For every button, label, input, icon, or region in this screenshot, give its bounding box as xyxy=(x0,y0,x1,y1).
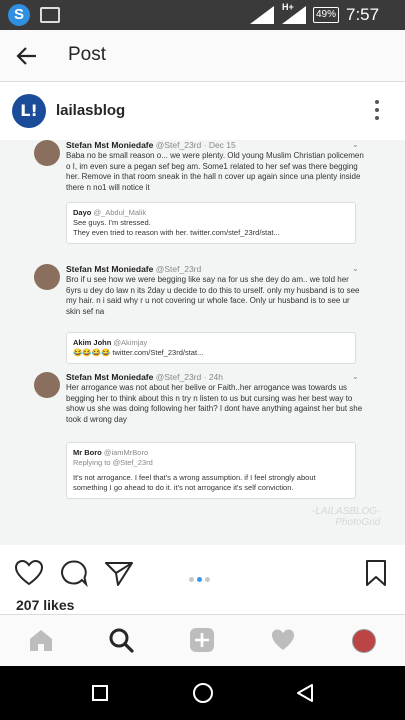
tweet-header: Stefan Mst Moniedafe @Stef_23rd · 24h xyxy=(66,372,223,382)
quote-text: It's not arrogance. I feel that's a wron… xyxy=(73,473,316,492)
post-actions xyxy=(0,545,405,601)
wifi-signal-icon xyxy=(250,6,274,24)
bookmark-icon[interactable] xyxy=(364,559,388,587)
tweet-header: Stefan Mst Moniedafe @Stef_23rd xyxy=(66,264,201,274)
top-bar: Post xyxy=(0,30,405,82)
recents-icon[interactable] xyxy=(92,685,108,701)
tweet-text: Her arrogance was not about her belive o… xyxy=(66,383,363,424)
quote-text: See guys. I'm stressed. xyxy=(73,218,151,227)
home-circle-icon[interactable] xyxy=(193,683,213,703)
tweet-avatar xyxy=(34,372,60,398)
image-notification-icon xyxy=(40,7,60,23)
app-notification-icon: S xyxy=(8,4,30,26)
arrow-left-icon[interactable] xyxy=(14,43,40,69)
more-vertical-icon[interactable] xyxy=(372,100,382,124)
tweet-handle: @Stef_23rd xyxy=(155,140,202,150)
heart-icon[interactable] xyxy=(14,559,44,587)
watermark: -LAILASBLOG- PhotoGrid xyxy=(312,506,380,528)
system-navigation-bar xyxy=(0,666,405,720)
tweet-time: · Dec 15 xyxy=(203,140,236,150)
chevron-down-icon: ⌄ xyxy=(352,264,359,273)
post-author-row: L! lailasblog xyxy=(0,82,405,140)
comment-bubble-icon[interactable] xyxy=(60,559,88,587)
tweet-header: Stefan Mst Moniedafe @Stef_23rd · Dec 15 xyxy=(66,140,236,150)
profile-avatar[interactable] xyxy=(352,629,376,653)
search-icon[interactable] xyxy=(108,627,134,653)
quote-author: Dayo xyxy=(73,208,92,217)
quoted-tweet: Dayo @_Abdul_Malik See guys. I'm stresse… xyxy=(66,202,356,244)
quote-handle: @Akimjay xyxy=(113,338,148,347)
status-bar: S H+ 49% 7:57 pm xyxy=(0,0,405,44)
quote-author: Mr Boro xyxy=(73,448,102,457)
cell-signal-icon xyxy=(282,6,306,24)
tweet-text: Bro if u see how we were begging like sa… xyxy=(66,275,360,316)
tweet-handle: @Stef_23rd xyxy=(155,264,202,274)
quote-author: Akim John xyxy=(73,338,112,347)
carousel-dot xyxy=(205,577,210,582)
chevron-down-icon: ⌄ xyxy=(352,140,359,149)
watermark-line: -LAILASBLOG- xyxy=(312,506,381,517)
tweet-time: · 24h xyxy=(203,372,223,382)
username-link[interactable]: lailasblog xyxy=(56,102,125,119)
add-post-icon[interactable] xyxy=(189,627,215,653)
send-icon[interactable] xyxy=(104,559,134,587)
likes-count[interactable]: 207 likes xyxy=(16,597,74,613)
carousel-indicator xyxy=(189,569,213,587)
activity-heart-icon[interactable] xyxy=(270,627,296,653)
quote-handle: @iamMrBoro xyxy=(103,448,149,457)
post-image[interactable]: Stefan Mst Moniedafe @Stef_23rd · Dec 15… xyxy=(0,140,405,545)
quote-text: They even tried to reason with her. twit… xyxy=(73,228,280,237)
quote-reply-context: Replying to @Stef_23rd xyxy=(73,458,153,467)
page-title: Post xyxy=(68,44,107,65)
quoted-tweet: Mr Boro @iamMrBoro Replying to @Stef_23r… xyxy=(66,442,356,499)
tweet-author: Stefan Mst Moniedafe xyxy=(66,140,154,150)
home-icon[interactable] xyxy=(28,627,54,653)
avatar[interactable]: L! xyxy=(12,94,46,128)
carousel-dot-active xyxy=(197,577,202,582)
back-triangle-icon[interactable] xyxy=(295,683,315,703)
quoted-tweet: Akim John @Akimjay 😂😂😂😂 twitter.com/Stef… xyxy=(66,332,356,364)
tweet-author: Stefan Mst Moniedafe xyxy=(66,372,154,382)
tweet-text: Baba no be small reason o... we were ple… xyxy=(66,151,364,192)
quote-text: 😂😂😂😂 twitter.com/Stef_23rd/stat... xyxy=(73,348,204,357)
tweet-avatar xyxy=(34,264,60,290)
tweet-author: Stefan Mst Moniedafe xyxy=(66,264,154,274)
watermark-line: PhotoGrid xyxy=(335,517,381,528)
carousel-dot xyxy=(189,577,194,582)
quote-handle: @_Abdul_Malik xyxy=(93,208,147,217)
tweet-handle: @Stef_23rd xyxy=(155,372,202,382)
chevron-down-icon: ⌄ xyxy=(352,372,359,381)
battery-indicator: 49% xyxy=(313,7,339,23)
bottom-navigation xyxy=(0,614,405,666)
tweet-avatar xyxy=(34,140,60,166)
